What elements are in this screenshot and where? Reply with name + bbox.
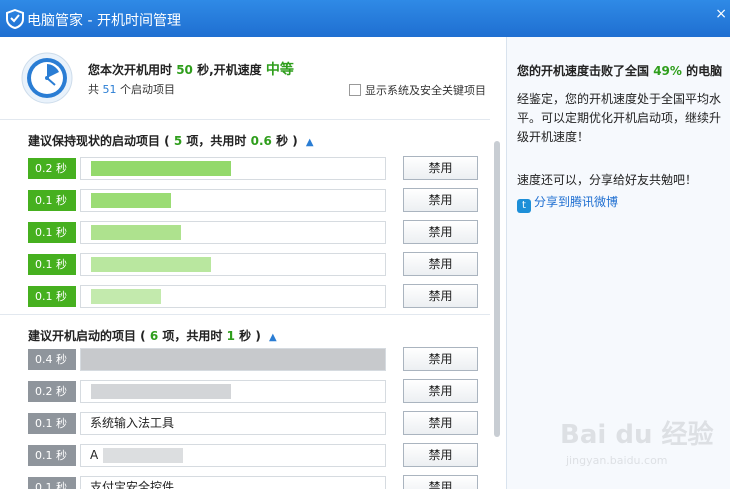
blurred-name [91, 289, 161, 304]
blurred-name [91, 384, 231, 399]
time-badge: 0.2 秒 [28, 381, 76, 402]
disable-button[interactable]: 禁用 [403, 156, 478, 180]
keep-section-header[interactable]: 建议保持现状的启动项目 ( 5 项，共用时 0.6 秒 ) ▲ [0, 119, 490, 156]
boot-total-time: 1 [226, 329, 235, 343]
chevron-up-icon[interactable]: ▲ [306, 137, 314, 148]
show-system-label: 显示系统及安全关键项目 [365, 84, 486, 97]
baidu-watermark: Bai du 经验 jingyan.baidu.com [560, 410, 714, 485]
weibo-icon: t [517, 199, 531, 213]
scrollbar-thumb[interactable] [494, 141, 500, 437]
item-name [80, 380, 386, 403]
share-weibo-link[interactable]: t 分享到腾讯微博 [517, 193, 618, 213]
boot-seconds: 50 [176, 63, 193, 77]
boot-title-mid: 项，共用时 [162, 329, 223, 343]
item-name [80, 253, 386, 276]
window-title: 电脑管家 - 开机时间管理 [27, 13, 181, 29]
watermark-brand: Bai du 经验 [560, 420, 714, 450]
blurred-name [103, 448, 183, 463]
list-item: 0.4 秒 禁用 [28, 347, 478, 372]
boot-label: 您本次开机用时 [88, 63, 173, 77]
show-system-items-toggle[interactable]: 显示系统及安全关键项目 [349, 82, 486, 98]
show-system-checkbox[interactable] [349, 84, 361, 96]
shield-logo-icon [6, 9, 24, 29]
close-icon[interactable]: × [715, 6, 727, 22]
startup-list-panel: 您本次开机用时 50 秒,开机速度 中等 共 51 个启动项目 显示系统及安全关… [0, 37, 506, 489]
time-badge: 0.1 秒 [28, 254, 76, 275]
keep-total-time: 0.6 [250, 134, 272, 148]
item-name: 支付宝安全控件 [80, 476, 386, 489]
boot-unit: 秒,开机速度 [197, 63, 262, 77]
blurred-name [81, 349, 385, 370]
disable-button[interactable]: 禁用 [403, 347, 478, 371]
disable-button[interactable]: 禁用 [403, 411, 478, 435]
list-item: 0.1 秒 系统输入法工具 禁用 [28, 411, 478, 436]
time-badge: 0.1 秒 [28, 477, 76, 489]
item-name [80, 285, 386, 308]
clock-icon [21, 52, 73, 104]
disable-button[interactable]: 禁用 [403, 220, 478, 244]
blurred-name [91, 257, 211, 272]
boot-title-prefix: 建议开机启动的项目 ( [28, 329, 146, 343]
time-badge: 0.2 秒 [28, 158, 76, 179]
time-badge: 0.1 秒 [28, 222, 76, 243]
startup-prefix: 共 [88, 83, 99, 96]
disable-button[interactable]: 禁用 [403, 379, 478, 403]
speed-description: 经鉴定，您的开机速度处于全国平均水平。可以定期优化开机启动项，继续升级开机速度！ [517, 92, 722, 144]
boot-summary: 您本次开机用时 50 秒,开机速度 中等 共 51 个启动项目 显示系统及安全关… [0, 37, 506, 119]
item-name [80, 189, 386, 212]
list-item: 0.1 秒 禁用 [28, 252, 478, 277]
share-prompt: 速度还可以，分享给好友共勉吧！ [517, 173, 698, 187]
item-name [80, 221, 386, 244]
boot-time-line: 您本次开机用时 50 秒,开机速度 中等 [88, 59, 294, 79]
blurred-name [91, 161, 231, 176]
chevron-up-icon[interactable]: ▲ [269, 332, 277, 343]
blurred-name [91, 193, 171, 208]
blurred-name [91, 225, 181, 240]
disable-button[interactable]: 禁用 [403, 284, 478, 308]
disable-button[interactable]: 禁用 [403, 475, 478, 489]
startup-count-line: 共 51 个启动项目 [88, 81, 175, 97]
keep-count: 5 [173, 134, 183, 148]
disable-button[interactable]: 禁用 [403, 252, 478, 276]
keep-title-suffix: 秒 ) [276, 134, 298, 148]
item-name: 系统输入法工具 [80, 412, 386, 435]
share-link-text[interactable]: 分享到腾讯微博 [534, 195, 618, 209]
speed-rating: 中等 [265, 62, 294, 78]
item-name: A [80, 444, 386, 467]
startup-count: 51 [102, 83, 117, 96]
time-badge: 0.1 秒 [28, 190, 76, 211]
item-name-text: A [90, 448, 99, 462]
keep-title-mid: 项，共用时 [186, 134, 247, 148]
list-item: 0.1 秒 支付宝安全控件 禁用 [28, 475, 478, 489]
time-badge: 0.1 秒 [28, 413, 76, 434]
list-item: 0.1 秒 A 禁用 [28, 443, 478, 468]
disable-button[interactable]: 禁用 [403, 188, 478, 212]
time-badge: 0.1 秒 [28, 445, 76, 466]
list-item: 0.2 秒 禁用 [28, 379, 478, 404]
beat-percent: 49% [653, 64, 682, 78]
list-item: 0.1 秒 禁用 [28, 188, 478, 213]
boot-section-header[interactable]: 建议开机启动的项目 ( 6 项，共用时 1 秒 ) ▲ [0, 314, 490, 351]
list-item: 0.1 秒 禁用 [28, 220, 478, 245]
title-bar: 电脑管家 - 开机时间管理 × [0, 0, 730, 37]
item-name [80, 157, 386, 180]
beat-prefix: 您的开机速度击败了全国 [517, 64, 650, 78]
keep-title-prefix: 建议保持现状的启动项目 ( [28, 134, 170, 148]
boot-title-suffix: 秒 ) [239, 329, 261, 343]
disable-button[interactable]: 禁用 [403, 443, 478, 467]
beat-suffix: 的电脑 [686, 64, 723, 78]
time-badge: 0.4 秒 [28, 349, 76, 370]
list-item: 0.2 秒 禁用 [28, 156, 478, 181]
watermark-url: jingyan.baidu.com [566, 454, 668, 467]
item-name [80, 348, 386, 371]
beat-line: 您的开机速度击败了全国 49% 的电脑 [517, 62, 722, 79]
list-item: 0.1 秒 禁用 [28, 284, 478, 309]
boot-count: 6 [149, 329, 159, 343]
startup-suffix: 个启动项目 [120, 83, 175, 96]
time-badge: 0.1 秒 [28, 286, 76, 307]
